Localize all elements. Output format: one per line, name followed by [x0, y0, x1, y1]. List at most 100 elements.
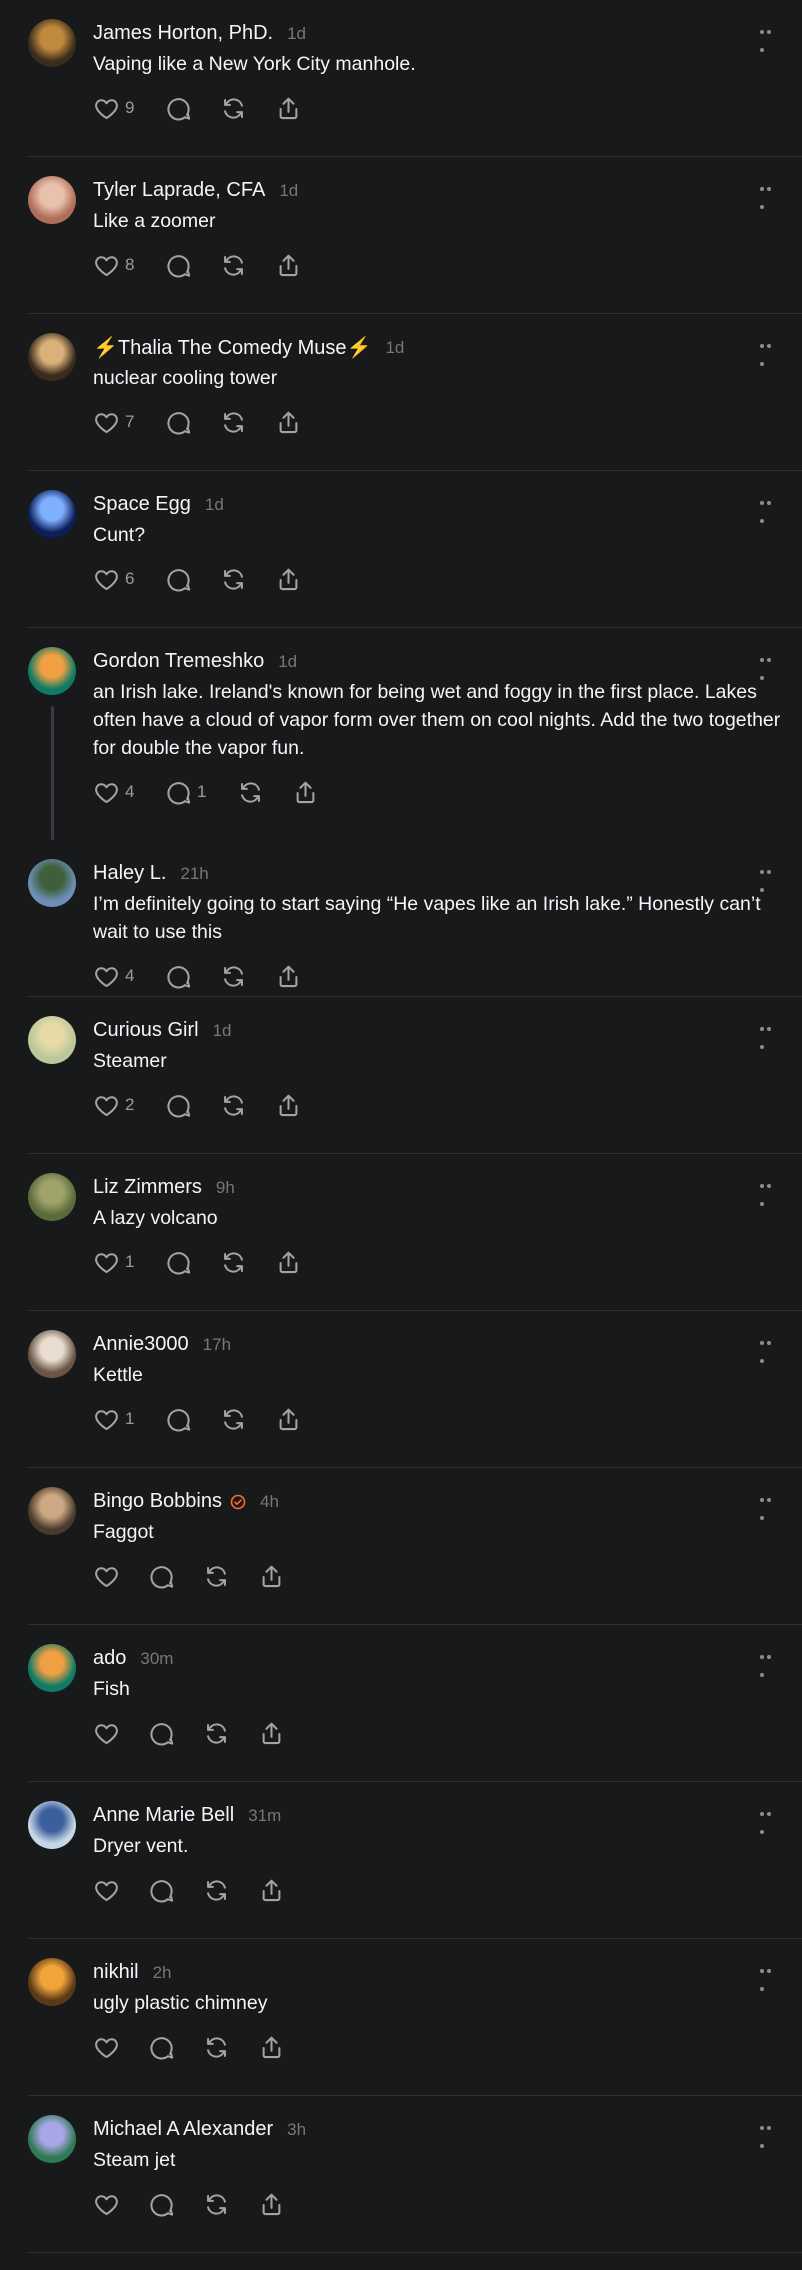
share-button[interactable] — [275, 566, 302, 593]
like-button[interactable]: 4 — [93, 963, 137, 990]
avatar[interactable] — [28, 1330, 76, 1378]
timestamp[interactable]: 17h — [203, 1335, 231, 1355]
like-button[interactable]: 9 — [93, 95, 137, 122]
avatar[interactable] — [28, 1173, 76, 1221]
like-button[interactable]: 6 — [93, 566, 137, 593]
username[interactable]: James Horton, PhD. — [93, 22, 273, 45]
more-options-icon[interactable] — [760, 2126, 780, 2148]
username[interactable]: ado — [93, 1647, 126, 1670]
reply-button[interactable] — [165, 252, 192, 279]
avatar[interactable] — [28, 1644, 76, 1692]
more-options-icon[interactable] — [760, 1969, 780, 1991]
repost-button[interactable] — [220, 1406, 247, 1433]
more-options-icon[interactable] — [760, 1498, 780, 1520]
avatar[interactable] — [28, 1958, 76, 2006]
avatar[interactable] — [28, 859, 76, 907]
share-button[interactable] — [275, 1406, 302, 1433]
reply-post[interactable]: ado 30m Fish — [28, 1625, 802, 1782]
timestamp[interactable]: 2h — [153, 1963, 172, 1983]
share-button[interactable] — [275, 95, 302, 122]
avatar[interactable] — [28, 1487, 76, 1535]
repost-button[interactable] — [203, 2191, 230, 2218]
avatar[interactable] — [28, 1801, 76, 1849]
reply-post[interactable]: Curious Girl 1d Steamer 2 — [28, 997, 802, 1154]
reply-post[interactable]: Michael A Alexander 3h Steam jet — [28, 2096, 802, 2253]
reply-button[interactable] — [148, 2034, 175, 2061]
reply-button[interactable] — [165, 963, 192, 990]
reply-post[interactable]: Anne Marie Bell 31m Dryer vent. — [28, 1782, 802, 1939]
share-button[interactable] — [275, 409, 302, 436]
timestamp[interactable]: 1d — [213, 1021, 232, 1041]
username[interactable]: Haley L. — [93, 862, 166, 885]
timestamp[interactable]: 21h — [180, 864, 208, 884]
share-button[interactable] — [258, 1877, 285, 1904]
username[interactable]: Michael A Alexander — [93, 2118, 273, 2141]
username[interactable]: Liz Zimmers — [93, 1176, 202, 1199]
share-button[interactable] — [275, 252, 302, 279]
username[interactable]: nikhil — [93, 1961, 139, 1984]
more-options-icon[interactable] — [760, 870, 780, 892]
repost-button[interactable] — [203, 1563, 230, 1590]
reply-post[interactable]: Haley L. 21h I’m definitely going to start… — [28, 840, 802, 997]
like-button[interactable]: 1 — [93, 1406, 137, 1433]
share-button[interactable] — [258, 1563, 285, 1590]
reply-post[interactable]: Gordon Tremeshko 1d an Irish lake. Ireland… — [28, 628, 802, 840]
like-button[interactable]: 2 — [93, 1092, 137, 1119]
username[interactable]: Gordon Tremeshko — [93, 650, 264, 673]
timestamp[interactable]: 1d — [279, 181, 298, 201]
username[interactable]: Tyler Laprade, CFA — [93, 179, 265, 202]
timestamp[interactable]: 4h — [260, 1492, 279, 1512]
more-options-icon[interactable] — [760, 1027, 780, 1049]
reply-button[interactable] — [148, 1877, 175, 1904]
username[interactable]: Bingo Bobbins — [93, 1490, 222, 1513]
more-options-icon[interactable] — [760, 1655, 780, 1677]
repost-button[interactable] — [203, 1720, 230, 1747]
repost-button[interactable] — [220, 963, 247, 990]
more-options-icon[interactable] — [760, 30, 780, 52]
repost-button[interactable] — [220, 1092, 247, 1119]
username[interactable]: Space Egg — [93, 493, 191, 516]
repost-button[interactable] — [220, 409, 247, 436]
like-button[interactable] — [93, 1877, 120, 1904]
reply-post[interactable]: Tyler Laprade, CFA 1d Like a zoomer 8 — [28, 157, 802, 314]
reply-post[interactable]: Space Egg 1d Cunt? 6 — [28, 471, 802, 628]
repost-button[interactable] — [220, 252, 247, 279]
more-options-icon[interactable] — [760, 658, 780, 680]
reply-button[interactable] — [165, 566, 192, 593]
reply-button[interactable] — [165, 1092, 192, 1119]
more-options-icon[interactable] — [760, 1341, 780, 1363]
repost-button[interactable] — [220, 1249, 247, 1276]
more-options-icon[interactable] — [760, 344, 780, 366]
repost-button[interactable] — [203, 1877, 230, 1904]
share-button[interactable] — [258, 1720, 285, 1747]
reply-post[interactable]: James Horton, PhD. 1d Vaping like a New Yo… — [28, 0, 802, 157]
reply-button[interactable] — [148, 2191, 175, 2218]
reply-button[interactable] — [148, 1563, 175, 1590]
share-button[interactable] — [292, 779, 319, 806]
timestamp[interactable]: 1d — [205, 495, 224, 515]
more-options-icon[interactable] — [760, 1184, 780, 1206]
avatar[interactable] — [28, 647, 76, 695]
more-options-icon[interactable] — [760, 1812, 780, 1834]
like-button[interactable] — [93, 1563, 120, 1590]
like-button[interactable]: 7 — [93, 409, 137, 436]
reply-button[interactable] — [165, 1406, 192, 1433]
avatar[interactable] — [28, 176, 76, 224]
reply-button[interactable] — [165, 1249, 192, 1276]
reply-post[interactable]: nikhil 2h ugly plastic chimney — [28, 1939, 802, 2096]
repost-button[interactable] — [220, 95, 247, 122]
avatar[interactable] — [28, 1016, 76, 1064]
avatar[interactable] — [28, 490, 76, 538]
timestamp[interactable]: 30m — [140, 1649, 173, 1669]
share-button[interactable] — [258, 2034, 285, 2061]
reply-post[interactable]: Liz Zimmers 9h A lazy volcano 1 — [28, 1154, 802, 1311]
reply-button[interactable] — [165, 95, 192, 122]
share-button[interactable] — [275, 1092, 302, 1119]
more-options-icon[interactable] — [760, 501, 780, 523]
username[interactable]: ⚡Thalia The Comedy Muse⚡ — [93, 335, 371, 360]
reply-button[interactable] — [165, 409, 192, 436]
like-button[interactable] — [93, 2191, 120, 2218]
timestamp[interactable]: 3h — [287, 2120, 306, 2140]
repost-button[interactable] — [220, 566, 247, 593]
timestamp[interactable]: 1d — [278, 652, 297, 672]
